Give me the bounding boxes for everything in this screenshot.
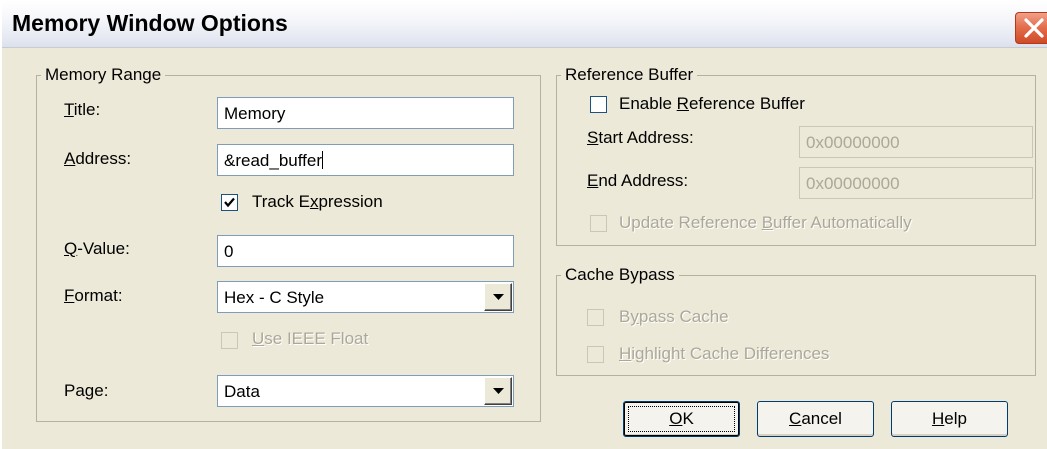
title-bar[interactable]: Memory Window Options	[2, 1, 1047, 48]
ok-button[interactable]: OK	[623, 401, 740, 437]
page-label: Page:	[64, 381, 109, 400]
chevron-down-icon	[493, 388, 504, 394]
address-input[interactable]: &read_buffer	[217, 144, 514, 176]
title-label: Title:	[64, 100, 101, 119]
help-button[interactable]: Help	[891, 401, 1008, 437]
bypass-cache-checkbox[interactable]	[587, 309, 604, 326]
qvalue-input[interactable]: 0	[217, 235, 514, 267]
page-select[interactable]: Data	[217, 375, 514, 407]
enable-reference-buffer-label[interactable]: Enable Reference Buffer	[619, 94, 805, 114]
window-title: Memory Window Options	[12, 10, 288, 36]
end-address-label: End Address:	[587, 171, 689, 190]
page-selected-value: Data	[224, 382, 260, 401]
track-expression-checkbox[interactable]	[221, 194, 238, 211]
cache-bypass-legend: Cache Bypass	[565, 265, 675, 284]
use-ieee-float-checkbox[interactable]	[221, 332, 238, 349]
chevron-down-icon	[493, 294, 504, 300]
format-label: Format:	[64, 286, 123, 305]
bypass-cache-label[interactable]: Bypass Cache	[619, 307, 729, 327]
page-dropdown-button[interactable]	[484, 377, 512, 405]
text-caret	[321, 151, 323, 169]
close-icon[interactable]	[1015, 12, 1047, 44]
end-address-input[interactable]: 0x00000000	[799, 167, 1033, 199]
enable-reference-buffer-checkbox[interactable]	[590, 96, 607, 113]
use-ieee-float-label[interactable]: Use IEEE Float	[252, 329, 368, 349]
close-x-glyph	[1024, 18, 1044, 38]
cancel-button[interactable]: Cancel	[757, 401, 874, 437]
track-expression-label[interactable]: Track Expression	[252, 192, 383, 212]
format-select[interactable]: Hex - C Style	[217, 281, 514, 313]
update-reference-buffer-checkbox[interactable]	[590, 215, 607, 232]
checkmark-icon	[224, 197, 235, 208]
qvalue-label: Q-Value:	[64, 239, 130, 258]
address-label: Address:	[64, 149, 132, 168]
start-address-input[interactable]: 0x00000000	[799, 126, 1033, 158]
title-input[interactable]: Memory	[217, 97, 514, 129]
focus-rect	[628, 406, 735, 432]
highlight-cache-differences-label[interactable]: Highlight Cache Differences	[619, 344, 829, 364]
memory-window-options-dialog: Memory Window Options Memory Range Title…	[0, 0, 1047, 449]
update-reference-buffer-label[interactable]: Update Reference Buffer Automatically	[619, 213, 912, 233]
format-selected-value: Hex - C Style	[224, 288, 325, 307]
memory-range-legend: Memory Range	[45, 65, 162, 84]
highlight-cache-differences-checkbox[interactable]	[587, 346, 604, 363]
format-dropdown-button[interactable]	[484, 283, 512, 311]
start-address-label: Start Address:	[587, 128, 694, 147]
reference-buffer-legend: Reference Buffer	[565, 65, 694, 84]
